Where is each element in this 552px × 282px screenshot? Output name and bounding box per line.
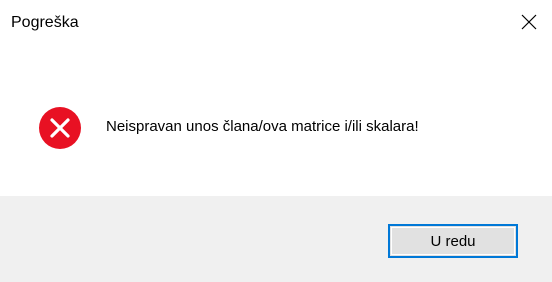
ok-button-label: U redu [430, 232, 476, 250]
ok-button[interactable]: U redu [388, 224, 518, 258]
error-icon [38, 106, 82, 150]
close-icon [521, 14, 537, 30]
title-bar: Pogreška [0, 0, 552, 44]
error-dialog: Pogreška Neispravan unos člana/ova matri… [0, 0, 552, 282]
dialog-title: Pogreška [11, 14, 79, 31]
button-bar: U redu [0, 196, 552, 282]
error-message: Neispravan unos člana/ova matrice i/ili … [106, 118, 419, 135]
dialog-content: Neispravan unos člana/ova matrice i/ili … [0, 44, 552, 196]
close-button[interactable] [506, 0, 552, 44]
